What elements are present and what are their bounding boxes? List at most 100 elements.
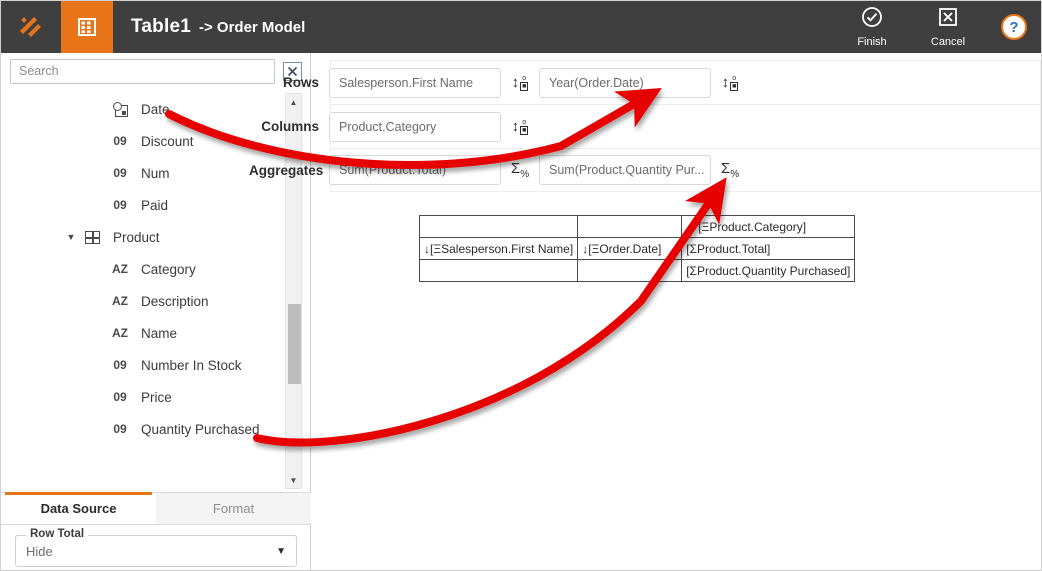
- field-tree: Date 09 Discount 09 Num 09 Paid ▼ Product AZ Categ…: [1, 89, 311, 492]
- tree-item-label: Discount: [141, 133, 194, 149]
- table-icon: [79, 230, 105, 244]
- text-type-icon: AZ: [112, 326, 128, 340]
- number-type-icon: 09: [113, 358, 127, 372]
- table-grid-icon: [61, 1, 113, 53]
- rows-chip-2[interactable]: Year(Order.Date): [539, 67, 711, 98]
- row-total-legend: Row Total: [26, 528, 89, 540]
- tab-format[interactable]: Format: [156, 493, 311, 524]
- row-total-dropdown[interactable]: Row Total Hide ▼: [15, 528, 297, 567]
- close-box-icon: [937, 6, 959, 33]
- columns-sort-az-icon-1[interactable]: ↕ o ■: [501, 119, 539, 135]
- designer-work-area: Rows Salesperson.First Name ↕ o ■ Year(Or…: [249, 53, 1041, 570]
- preview-cell: [ΣProduct.Total]: [681, 237, 856, 260]
- tree-item-price[interactable]: 09 Price: [1, 381, 311, 413]
- scrollbar-thumb[interactable]: [288, 304, 301, 384]
- number-type-icon: 09: [113, 198, 127, 212]
- help-icon: ?: [1009, 18, 1019, 36]
- tree-item-category[interactable]: AZ Category: [1, 253, 311, 285]
- columns-chips: Product.Category ↕ o ■: [329, 107, 539, 147]
- header-actions: Finish Cancel ?: [845, 6, 1041, 48]
- total-settings: Row Total Hide ▼ Column Total Hide ▼: [1, 525, 311, 570]
- rows-chip-1[interactable]: Salesperson.First Name: [329, 67, 501, 98]
- tree-item-quantity-purchased[interactable]: 09 Quantity Purchased: [1, 413, 311, 445]
- chevron-down-icon[interactable]: ▼: [276, 546, 286, 557]
- preview-row: [ΣProduct.Quantity Purchased]: [418, 259, 856, 282]
- preview-cell: [ΣProduct.Quantity Purchased]: [681, 259, 856, 282]
- finish-label: Finish: [857, 36, 887, 48]
- aggregates-chip-2-label: Sum(Product.Quantity Pur...: [549, 163, 705, 177]
- aggregates-label: Aggregates: [249, 162, 324, 178]
- sidebar-tabs: Data Source Format: [1, 492, 311, 525]
- tree-item-label: Date: [141, 101, 170, 117]
- aggregates-sum-percent-icon-2[interactable]: Σ%: [711, 160, 749, 180]
- columns-label: Columns: [261, 119, 319, 134]
- rows-sort-az-icon-2[interactable]: ↕ o ■: [711, 75, 749, 91]
- preview-cell: [577, 259, 683, 282]
- preview-cell: [577, 215, 683, 238]
- table-name: Table1: [131, 16, 191, 37]
- rows-chip-2-label: Year(Order.Date): [549, 75, 644, 90]
- tree-scrollbar[interactable]: ▲ ▼: [285, 93, 302, 489]
- preview-cell: [418, 259, 579, 282]
- tree-item-paid[interactable]: 09 Paid: [1, 189, 311, 221]
- preview-cell: ↓[ΞOrder.Date]: [577, 237, 683, 260]
- finish-button[interactable]: Finish: [845, 6, 899, 48]
- preview-cell: [418, 215, 579, 238]
- tree-item-label: Quantity Purchased: [141, 421, 260, 437]
- preview-row: ↓[ΞSalesperson.First Name] ↓[ΞOrder.Date]…: [418, 237, 856, 260]
- preview-row: →[ΞProduct.Category]: [418, 215, 856, 238]
- columns-chip-1[interactable]: Product.Category: [329, 111, 501, 142]
- app-logo-icon: [1, 1, 61, 53]
- tree-item-product[interactable]: ▼ Product: [1, 221, 311, 253]
- help-button[interactable]: ?: [1001, 14, 1027, 40]
- tree-item-label: Number In Stock: [141, 357, 242, 373]
- aggregates-chips: Sum(Product.Total) Σ% Sum(Product.Quanti…: [329, 150, 749, 190]
- model-name: -> Order Model: [198, 19, 306, 36]
- rows-chips: Salesperson.First Name ↕ o ■ Year(Order.D…: [329, 63, 749, 103]
- tab-data-source[interactable]: Data Source: [1, 492, 156, 524]
- tree-item-label: Paid: [141, 197, 169, 213]
- aggregates-chip-1-label: Sum(Product.Total): [339, 163, 446, 177]
- aggregates-field-row: Aggregates Sum(Product.Total) Σ% Sum(Pro…: [249, 148, 1041, 192]
- scroll-down-icon[interactable]: ▼: [286, 472, 301, 488]
- tree-item-label: Description: [141, 293, 209, 309]
- text-type-icon: AZ: [112, 262, 128, 276]
- rows-label: Rows: [282, 75, 319, 90]
- number-type-icon: 09: [113, 390, 127, 404]
- aggregates-sum-percent-icon-1[interactable]: Σ%: [501, 160, 539, 180]
- tree-item-label: Num: [141, 165, 170, 181]
- preview-cell: ↓[ΞSalesperson.First Name]: [418, 237, 579, 260]
- columns-field-row: Columns Product.Category ↕ o ■: [261, 104, 1041, 148]
- row-total-value: Hide: [26, 543, 53, 559]
- scroll-up-icon[interactable]: ▲: [286, 94, 301, 110]
- columns-chip-1-label: Product.Category: [339, 119, 437, 134]
- expand-triangle-icon[interactable]: ▼: [63, 232, 79, 242]
- app-header: Table1 -> Order Model Finish Cancel ?: [1, 1, 1041, 53]
- aggregates-chip-2[interactable]: Sum(Product.Quantity Pur...: [539, 155, 711, 185]
- date-icon: [107, 101, 133, 117]
- cancel-label: Cancel: [930, 36, 966, 48]
- number-type-icon: 09: [113, 134, 127, 148]
- text-type-icon: AZ: [112, 294, 128, 308]
- tab-data-source-label: Data Source: [40, 501, 117, 516]
- number-type-icon: 09: [113, 166, 127, 180]
- tree-item-label: Price: [141, 389, 172, 405]
- page-title: Table1 -> Order Model: [131, 16, 305, 38]
- check-circle-icon: [861, 6, 883, 33]
- rows-sort-az-icon-1[interactable]: ↕ o ■: [501, 75, 539, 91]
- tree-item-number-in-stock[interactable]: 09 Number In Stock: [1, 349, 311, 381]
- rows-field-row: Rows Salesperson.First Name ↕ o ■ Year(Or…: [283, 60, 1041, 104]
- tree-item-name[interactable]: AZ Name: [1, 317, 311, 349]
- cancel-button[interactable]: Cancel: [921, 6, 975, 48]
- preview-cell: →[ΞProduct.Category]: [681, 215, 856, 238]
- tab-format-label: Format: [212, 501, 255, 516]
- aggregates-chip-1[interactable]: Sum(Product.Total): [329, 155, 501, 185]
- pivot-table-designer-window: Table1 -> Order Model Finish Cancel ? Se…: [0, 0, 1042, 571]
- tree-item-label: Product: [113, 229, 160, 245]
- tree-item-label: Name: [141, 325, 178, 341]
- tree-item-description[interactable]: AZ Description: [1, 285, 311, 317]
- field-assignment-panel: Rows Salesperson.First Name ↕ o ■ Year(Or…: [249, 60, 1041, 192]
- pivot-preview-table: →[ΞProduct.Category] ↓[ΞSalesperson.First…: [418, 215, 856, 282]
- search-input[interactable]: [10, 58, 275, 84]
- rows-chip-1-label: Salesperson.First Name: [339, 75, 474, 90]
